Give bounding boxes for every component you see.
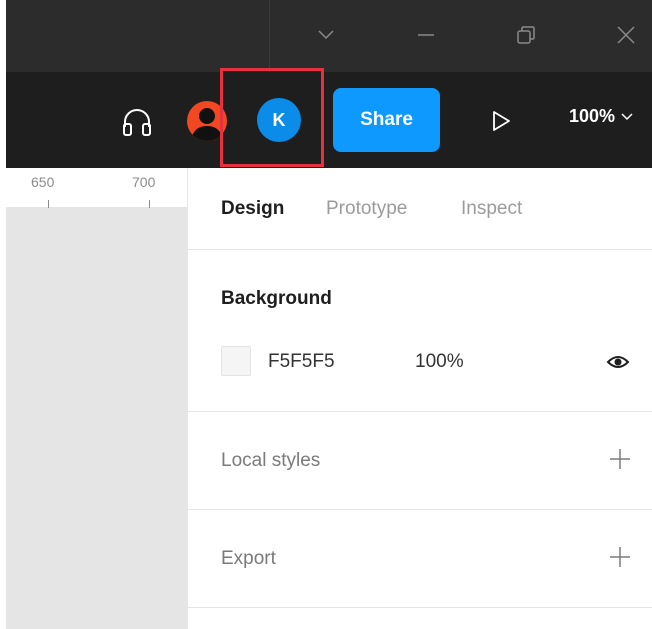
add-local-style-icon[interactable] (608, 447, 632, 471)
tab-design[interactable]: Design (221, 198, 284, 220)
background-hex-field[interactable]: F5F5F5 (268, 351, 335, 373)
horizontal-ruler: 650 700 (6, 168, 187, 208)
restore-icon[interactable] (511, 20, 541, 50)
zoom-dropdown[interactable]: 100% (569, 106, 633, 127)
tab-inspect[interactable]: Inspect (461, 198, 522, 220)
chevron-down-icon[interactable] (311, 20, 341, 50)
background-title: Background (221, 288, 332, 309)
canvas[interactable] (0, 168, 188, 629)
close-icon[interactable] (611, 20, 641, 50)
play-icon[interactable] (486, 106, 516, 136)
avatar-icon (191, 108, 223, 141)
ruler-label: 650 (31, 174, 55, 190)
add-export-icon[interactable] (608, 545, 632, 569)
share-button[interactable]: Share (333, 88, 440, 152)
background-section: Background (188, 250, 652, 412)
local-styles-title: Local styles (221, 450, 321, 471)
eye-icon[interactable] (606, 353, 630, 371)
tab-prototype[interactable]: Prototype (326, 198, 407, 220)
minimize-icon[interactable] (411, 20, 441, 50)
properties-panel: Design Prototype Inspect Background F5F5… (188, 168, 652, 629)
export-section: Export (188, 510, 652, 608)
collaborator-avatar[interactable]: K (257, 98, 301, 142)
export-title: Export (221, 548, 276, 569)
collaborator-initial: K (272, 109, 286, 130)
chevron-down-icon (621, 112, 633, 120)
background-opacity-field[interactable]: 100% (415, 351, 464, 373)
local-styles-section: Local styles (188, 412, 652, 510)
background-color-swatch[interactable] (221, 346, 251, 376)
title-bar-divider (269, 0, 270, 72)
ruler-label: 700 (132, 174, 156, 190)
toolbar: K Share 100% (0, 72, 652, 168)
current-user-avatar[interactable] (187, 101, 227, 141)
ruler-tick (48, 200, 49, 208)
title-bar (0, 0, 652, 72)
ruler-tick (149, 200, 150, 208)
headphones-icon[interactable] (119, 104, 155, 140)
panel-tabs: Design Prototype Inspect (188, 168, 652, 250)
zoom-value: 100% (569, 106, 616, 126)
